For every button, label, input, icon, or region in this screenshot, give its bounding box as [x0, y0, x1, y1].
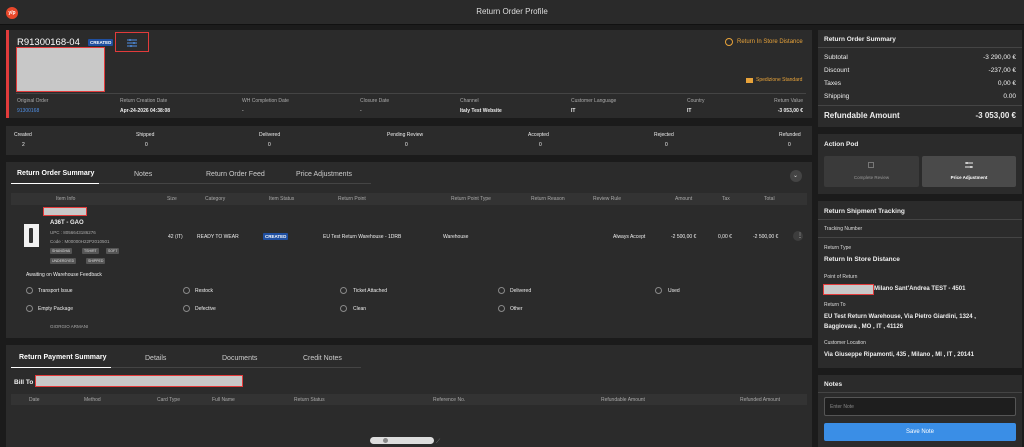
page-title: Return Order Profile: [476, 7, 548, 16]
resize-handle-icon[interactable]: ⟋: [436, 439, 440, 446]
item-tag: SHIPPED: [86, 258, 106, 264]
shipment-title: Return Shipment Tracking: [824, 208, 905, 215]
item-name: A36T - GAO: [50, 220, 84, 226]
refundable-amount-value: -3 053,00 €: [975, 111, 1016, 120]
item-status-badge: CREATED: [263, 233, 289, 240]
return-payment-panel: Return Payment Summary Details Documents…: [6, 345, 812, 447]
radio-transport-issue[interactable]: [26, 287, 33, 294]
order-summary-card: Return Order Summary Subtotal -3 290,00 …: [818, 30, 1022, 127]
item-review-rule: Always Accept: [613, 234, 646, 240]
save-note-button[interactable]: Save Note: [824, 423, 1016, 441]
product-thumbnail: [24, 224, 39, 247]
item-return-point-type: Warehouse: [443, 234, 469, 240]
radio-delivered[interactable]: [498, 287, 505, 294]
tab-price-adjustments[interactable]: Price Adjustments: [296, 171, 352, 178]
bill-to-redacted: [35, 375, 243, 387]
status-accent-bar: [6, 30, 9, 118]
status-badge: CREATED: [88, 39, 114, 46]
bill-to-label: Bill To :: [14, 379, 38, 386]
action-pod-title: Action Pod: [824, 141, 859, 148]
collapse-button[interactable]: ⌄: [790, 170, 802, 182]
tab-credit-notes[interactable]: Credit Notes: [303, 355, 342, 362]
original-order-link[interactable]: 91300168: [17, 108, 39, 114]
radio-empty-package[interactable]: [26, 305, 33, 312]
radio-clean[interactable]: [340, 305, 347, 312]
item-info-redacted: [43, 207, 87, 216]
notes-title: Notes: [824, 381, 843, 388]
price-adjustment-button[interactable]: Price Adjustment: [922, 156, 1016, 187]
more-vertical-icon: ⋮: [797, 233, 803, 239]
item-category: READY TO WEAR: [197, 234, 239, 240]
notes-card: Notes Enter Note Save Note: [818, 375, 1022, 447]
top-bar: y/p Return Order Profile: [0, 0, 1024, 25]
items-table-header: Item Info Size Category Item Status Retu…: [11, 193, 807, 205]
chevron-down-icon: ⌄: [793, 173, 799, 179]
note-input[interactable]: Enter Note: [824, 397, 1016, 416]
return-location-label: Return In Store Distance: [737, 39, 803, 45]
radio-restock[interactable]: [183, 287, 190, 294]
tab-return-order-summary[interactable]: Return Order Summary: [17, 170, 94, 177]
item-tag: SOFT: [106, 248, 120, 254]
item-tax: 0,00 €: [718, 234, 732, 240]
truck-icon: [746, 78, 753, 83]
return-order-summary-panel: Return Order Summary Notes Return Order …: [6, 162, 812, 338]
horizontal-scrollbar[interactable]: [370, 437, 434, 444]
feedback-title: Awaiting on Warehouse Feedback: [26, 272, 102, 278]
action-pod-card: Action Pod Complete Review Price Adjustm…: [818, 134, 1022, 194]
radio-defective[interactable]: [183, 305, 190, 312]
shipping-method: Spedizione Standard: [756, 77, 803, 83]
payment-table-header: Date Method Card Type Full Name Return S…: [11, 394, 807, 405]
complete-review-button[interactable]: Complete Review: [824, 156, 919, 187]
summary-title: Return Order Summary: [824, 36, 896, 43]
radio-used[interactable]: [655, 287, 662, 294]
item-size: 42 (IT): [168, 234, 183, 240]
tab-details[interactable]: Details: [145, 355, 166, 362]
tab-return-order-feed[interactable]: Return Order Feed: [206, 171, 265, 178]
item-tag: UNDERDYED: [50, 258, 77, 264]
review-icon: [868, 162, 874, 168]
radio-ticket-attached[interactable]: [340, 287, 347, 294]
item-return-point: EU Test Return Warehouse - 1DRB: [323, 234, 402, 240]
status-counts-panel: Created 2 Shipped 0 Delivered 0 Pending …: [6, 126, 812, 155]
sliders-icon: [965, 162, 973, 168]
item-amount: -2 500,00 €: [671, 234, 697, 240]
tab-notes[interactable]: Notes: [134, 171, 152, 178]
item-tag: SHANGHAI: [50, 248, 73, 254]
customer-info-redacted: [16, 47, 105, 92]
point-of-return-redacted: [823, 284, 874, 295]
item-code: Code : M00000H22P2010501: [50, 239, 110, 244]
brand-label: GIORGIO ARMANI: [50, 324, 89, 329]
item-total: -2 500,00 €: [753, 234, 779, 240]
tab-documents[interactable]: Documents: [222, 355, 257, 362]
shipment-tracking-card: Return Shipment Tracking Tracking Number…: [818, 201, 1022, 368]
sliders-icon: [127, 39, 137, 47]
item-upc: UPC : 8056643186276: [50, 230, 96, 235]
radio-other[interactable]: [498, 305, 505, 312]
order-header-panel: R91300168-04 CREATED Return In Store Dis…: [6, 30, 812, 118]
tab-return-payment-summary[interactable]: Return Payment Summary: [19, 354, 107, 361]
item-tag: TSHIRT: [82, 248, 99, 254]
return-location-icon: [725, 38, 733, 46]
settings-toggle-button[interactable]: [115, 32, 149, 52]
row-menu-button[interactable]: ⋮: [793, 231, 803, 241]
refundable-amount-label: Refundable Amount: [824, 111, 900, 120]
